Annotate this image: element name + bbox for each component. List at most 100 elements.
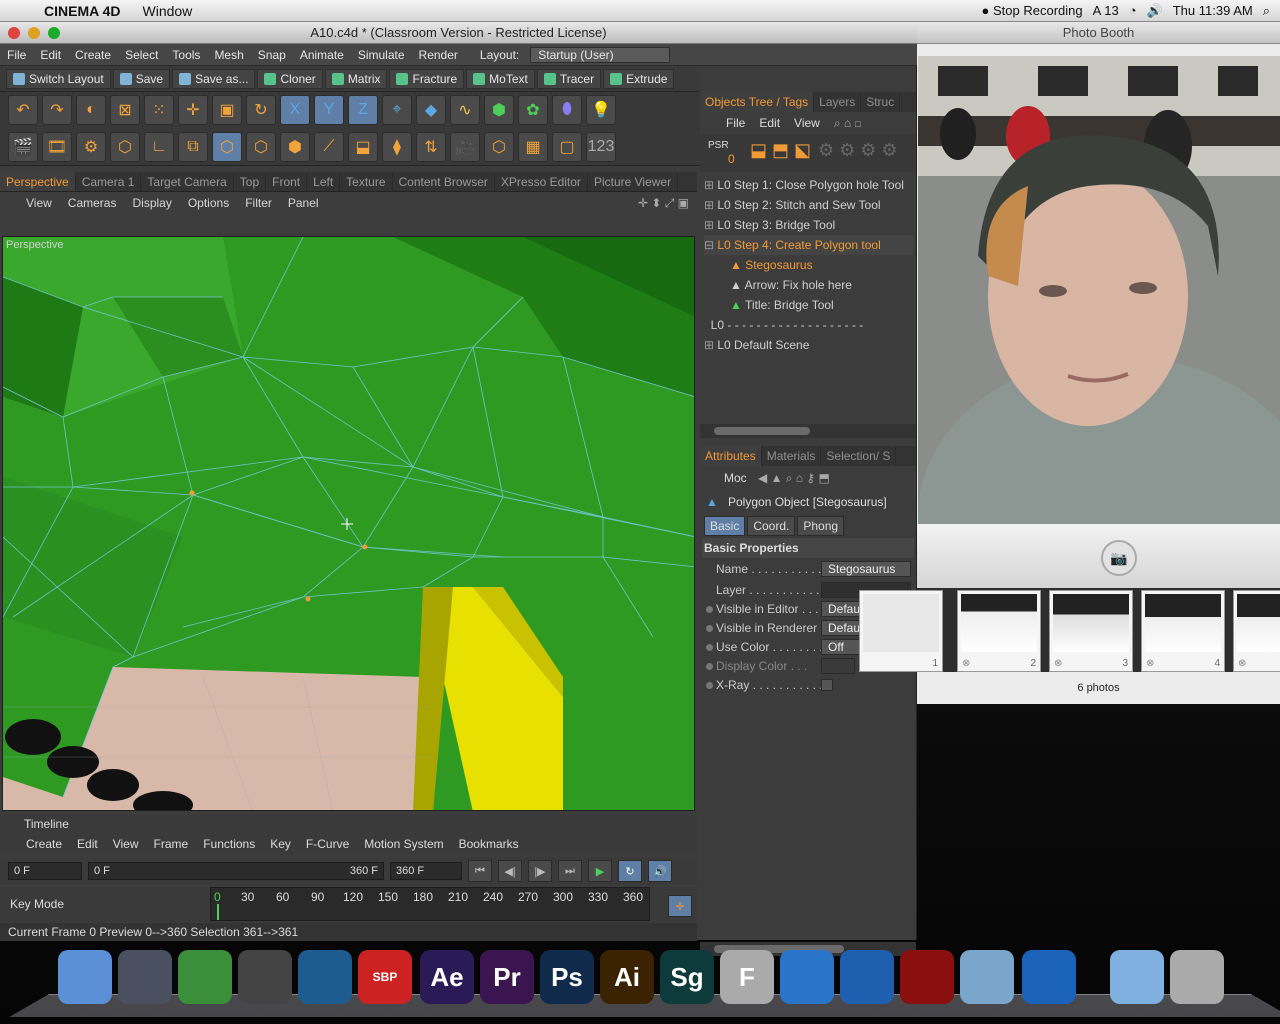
illustrator-icon[interactable]: Ai <box>600 950 654 1004</box>
spline-icon[interactable]: ∿ <box>450 95 480 125</box>
tree-item[interactable]: ▲ Arrow: Fix hole here <box>730 275 852 295</box>
scale-icon[interactable]: ▣ <box>212 95 242 125</box>
render-picture-viewer-icon[interactable]: 🎞 <box>42 131 72 162</box>
attr-nav-icons[interactable]: ◀ ▲ ⌕ ⌂ ⚷ ⬒ <box>758 471 830 485</box>
matrix-button[interactable]: Matrix <box>324 68 388 89</box>
tl-menu-bookmarks[interactable]: Bookmarks <box>459 837 519 851</box>
menu-simulate[interactable]: Simulate <box>351 48 412 62</box>
zoom-icon[interactable] <box>48 27 60 39</box>
xray-checkbox[interactable] <box>821 679 833 691</box>
tweak-mode-icon[interactable]: ⬓ <box>348 131 378 162</box>
spotlight-icon[interactable]: ⌕ <box>1263 3 1270 19</box>
live-selection-icon[interactable]: ◐ <box>76 95 106 125</box>
edges-mode-icon[interactable]: ⬡ <box>246 131 276 162</box>
photo-thumbnail[interactable]: ⊗ 3 <box>1049 590 1133 672</box>
subtab-phong[interactable]: Phong <box>797 516 845 536</box>
frame-ruler[interactable]: 0 30 60 90 120 150 180 210 240 270 300 3… <box>210 887 650 921</box>
switch-layout-button[interactable]: Switch Layout <box>6 68 111 89</box>
objects-tool-icons[interactable]: ⬓ ⬒ ⬕ <box>750 140 811 161</box>
facetime-icon[interactable] <box>960 950 1014 1004</box>
warcraft-icon[interactable] <box>118 950 172 1004</box>
remove-icon[interactable]: ⊗ <box>1054 658 1062 669</box>
photo-thumbnail[interactable]: ⊗ 4 <box>1141 590 1225 672</box>
objects-scrollbar[interactable] <box>700 424 916 438</box>
vp-menu-filter[interactable]: Filter <box>245 196 272 210</box>
start-frame-field[interactable]: 0 F <box>8 862 82 880</box>
sketchbook-pro-icon[interactable]: SBP <box>358 950 412 1004</box>
minimize-icon[interactable] <box>28 27 40 39</box>
app-menu[interactable]: CINEMA 4D <box>44 3 121 19</box>
enable-axis-icon[interactable]: ⟋ <box>314 131 344 162</box>
trash-icon[interactable] <box>1170 950 1224 1004</box>
remove-icon[interactable]: ⊗ <box>1146 658 1154 669</box>
tab-front[interactable]: Front <box>266 172 308 191</box>
tab-structure[interactable]: Struc <box>861 92 901 112</box>
window-menu[interactable]: Window <box>143 3 193 19</box>
workplane-icon[interactable]: ⇅ <box>416 131 446 162</box>
menu-mesh[interactable]: Mesh <box>207 48 250 62</box>
tracer-button[interactable]: Tracer <box>536 68 602 89</box>
after-effects-icon[interactable]: Ae <box>420 950 474 1004</box>
tab-texture[interactable]: Texture <box>340 172 393 191</box>
obj-menu-file[interactable]: File <box>726 116 745 130</box>
viewport-nav-icons[interactable]: ✛ ⬍ ⤢ ▣ <box>638 196 697 211</box>
final-cut-icon[interactable] <box>238 950 292 1004</box>
downloads-folder-icon[interactable] <box>1110 950 1164 1004</box>
wifi-icon[interactable]: ◔ <box>1129 3 1137 18</box>
menu-create[interactable]: Create <box>68 48 118 62</box>
fracture-button[interactable]: Fracture <box>389 68 465 89</box>
menu-render[interactable]: Render <box>412 48 465 62</box>
motext-button[interactable]: MoText <box>466 68 535 89</box>
photo-thumbnail[interactable]: 1 <box>859 590 943 672</box>
tab-layers[interactable]: Layers <box>814 92 862 112</box>
subdivision-icon[interactable]: ⬢ <box>484 95 514 125</box>
menu-snap[interactable]: Snap <box>251 48 293 62</box>
tl-menu-edit[interactable]: Edit <box>77 837 98 851</box>
tree-item[interactable]: ⊞ L0 Step 2: Stitch and Sew Tool <box>704 195 881 215</box>
vp-menu-panel[interactable]: Panel <box>288 196 319 210</box>
box-icon[interactable]: ▢ <box>552 131 582 162</box>
tl-menu-motion-system[interactable]: Motion System <box>364 837 443 851</box>
snap-icon[interactable]: ⧫ <box>382 131 412 162</box>
loop-icon[interactable]: ↻ <box>618 860 642 882</box>
y-axis-icon[interactable]: Y <box>314 95 344 125</box>
speedgrade-icon[interactable]: Sg <box>660 950 714 1004</box>
volume-icon[interactable]: 🔊 <box>1147 3 1163 19</box>
rectangle-selection-icon[interactable]: ⊠ <box>110 95 140 125</box>
cinema4d-icon[interactable] <box>298 950 352 1004</box>
z-axis-icon[interactable]: Z <box>348 95 378 125</box>
photo-booth-icon[interactable] <box>900 950 954 1004</box>
points-mode-icon[interactable]: ⬡ <box>212 131 242 162</box>
film-icon[interactable]: 🎥 <box>450 131 480 162</box>
play-icon[interactable]: ▶ <box>588 860 612 882</box>
obj-menu-view[interactable]: View <box>794 116 820 130</box>
rotate-icon[interactable]: ↻ <box>246 95 276 125</box>
cloner-button[interactable]: Cloner <box>257 68 323 89</box>
coordinate-system-icon[interactable]: ⌖ <box>382 95 412 125</box>
cube-wire-icon[interactable]: ⬡ <box>484 131 514 162</box>
quicktime-icon[interactable] <box>1022 950 1076 1004</box>
model-mode-icon[interactable]: ⬡ <box>110 131 140 162</box>
tab-picture-viewer[interactable]: Picture Viewer <box>588 172 679 191</box>
tab-selection[interactable]: Selection/ S <box>821 446 897 466</box>
undo-icon[interactable]: ↶ <box>8 95 38 125</box>
evernote-icon[interactable] <box>178 950 232 1004</box>
vp-menu-options[interactable]: Options <box>188 196 229 210</box>
tree-item[interactable]: ▲ Title: Bridge Tool <box>730 295 834 315</box>
premiere-icon[interactable]: Pr <box>480 950 534 1004</box>
goto-end-icon[interactable]: ⏭ <box>558 860 582 882</box>
mograph-cloner-icon[interactable]: ✿ <box>518 95 548 125</box>
deformer-icon[interactable]: ⬮ <box>552 95 582 125</box>
render-view-icon[interactable]: 🎬 <box>8 131 38 162</box>
vp-menu-view[interactable]: View <box>26 196 52 210</box>
extrude-button[interactable]: Extrude <box>603 68 675 89</box>
vp-menu-cameras[interactable]: Cameras <box>68 196 117 210</box>
obj-menu-edit[interactable]: Edit <box>759 116 780 130</box>
close-icon[interactable] <box>8 27 20 39</box>
tree-item[interactable]: ⊞ L0 Step 3: Bridge Tool <box>704 215 835 235</box>
tl-menu-frame[interactable]: Frame <box>154 837 189 851</box>
tree-item[interactable]: ⊞ L0 Default Scene <box>704 335 809 355</box>
tab-attributes[interactable]: Attributes <box>700 446 762 466</box>
polygons-mode-icon[interactable]: ⬢ <box>280 131 310 162</box>
points-grid-icon[interactable]: ⁙ <box>144 95 174 125</box>
